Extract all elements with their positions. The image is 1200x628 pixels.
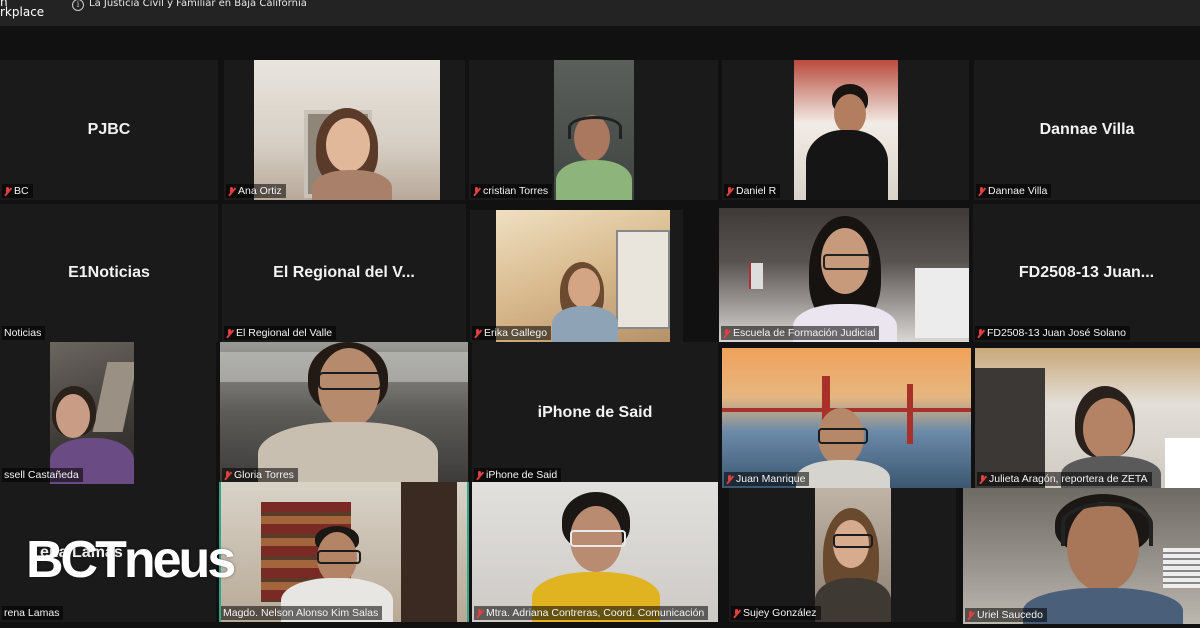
muted-mic-icon (476, 470, 483, 480)
participant-tile[interactable]: FD2508-13 Juan... FD2508-13 Juan José So… (973, 204, 1200, 342)
info-icon[interactable]: i (72, 0, 84, 11)
participant-video (472, 482, 718, 622)
participant-name-tag: rena Lamas (2, 606, 64, 620)
participant-name-tag: Julieta Aragón, reportera de ZETA (977, 472, 1152, 486)
participant-display-name: Dannae Villa (1039, 121, 1135, 138)
flag-icon (749, 263, 763, 289)
participant-display-name: iPhone de Said (537, 404, 653, 421)
participant-video (722, 348, 971, 488)
participant-name-tag: BC (2, 184, 33, 198)
participant-tile[interactable]: ssell Castañeda (0, 342, 216, 484)
glasses-icon (570, 530, 626, 547)
participant-video (794, 60, 898, 200)
participant-video (719, 208, 969, 342)
participant-video (496, 210, 670, 342)
participant-name-tag: Ana Ortiz (226, 184, 286, 198)
participant-tile-active-speaker[interactable]: Magdo. Nelson Alonso Kim Salas (219, 482, 469, 622)
muted-mic-icon (4, 186, 11, 196)
participant-tile[interactable]: Dannae Villa Dannae Villa (974, 60, 1200, 200)
muted-mic-icon (726, 474, 733, 484)
participant-display-name: E1Noticias (68, 264, 150, 281)
participant-video (50, 342, 134, 484)
muted-mic-icon (228, 186, 235, 196)
participant-tile[interactable]: Sujey González (729, 488, 956, 622)
participant-tile[interactable]: Ana Ortiz (224, 60, 465, 200)
participant-video (554, 60, 634, 200)
glasses-icon (317, 550, 361, 564)
meeting-title: La Justicia Civil y Familiar en Baja Cal… (89, 0, 307, 9)
participant-tile[interactable]: Gloria Torres (220, 342, 468, 484)
participant-display-name: FD2508-13 Juan... (1018, 264, 1155, 281)
participant-name-tag: ssell Castañeda (2, 468, 83, 482)
headphones-icon (568, 116, 622, 139)
headphones-icon (1061, 502, 1153, 546)
participant-name-tag: FD2508-13 Juan José Solano (975, 326, 1130, 340)
participant-name-tag: Erika Gallego (472, 326, 552, 340)
participant-tile[interactable]: Escuela de Formación Judicial (719, 208, 969, 342)
participant-tile[interactable]: iPhone de Said iPhone de Said (472, 342, 718, 484)
glasses-icon (833, 534, 873, 548)
muted-mic-icon (967, 610, 974, 620)
participant-name-tag: Dannae Villa (976, 184, 1052, 198)
participant-display-name: PJBC (87, 121, 131, 138)
participant-name-tag: Gloria Torres (222, 468, 298, 482)
participant-tile[interactable]: PJBC BC (0, 60, 218, 200)
participant-video (221, 482, 467, 622)
participant-tile[interactable]: Mtra. Adriana Contreras, Coord. Comunica… (472, 482, 718, 622)
muted-mic-icon (733, 608, 740, 618)
participant-tile[interactable]: Uriel Saucedo (963, 488, 1200, 624)
participant-name-tag: El Regional del Valle (224, 326, 337, 340)
participant-name-tag: Escuela de Formación Judicial (721, 326, 880, 340)
muted-mic-icon (226, 328, 233, 338)
participant-video (975, 348, 1200, 488)
participant-name-tag: iPhone de Said (474, 468, 562, 482)
brand-watermark: BCTneus (26, 531, 236, 589)
participant-name-tag: Daniel R (724, 184, 781, 198)
participant-name-tag: Noticias (2, 326, 46, 340)
muted-mic-icon (224, 470, 231, 480)
muted-mic-icon (979, 474, 986, 484)
participant-name-tag: Sujey González (731, 606, 821, 620)
participant-name-tag: Uriel Saucedo (965, 608, 1047, 622)
muted-mic-icon (978, 186, 985, 196)
muted-mic-icon (476, 608, 483, 618)
participant-tile[interactable]: Erika Gallego (470, 210, 683, 342)
muted-mic-icon (726, 186, 733, 196)
participant-tile[interactable]: El Regional del V... El Regional del Val… (222, 204, 466, 342)
muted-mic-icon (473, 186, 480, 196)
participant-tile[interactable]: E1Noticias Noticias (0, 204, 218, 342)
participant-name-tag: Mtra. Adriana Contreras, Coord. Comunica… (474, 606, 709, 620)
app-name: n rkplace (0, 0, 45, 19)
participant-tile[interactable]: Daniel R (722, 60, 969, 200)
muted-mic-icon (977, 328, 984, 338)
glasses-icon (818, 428, 868, 444)
participant-video (963, 488, 1200, 624)
participant-display-name: El Regional del V... (273, 264, 415, 281)
muted-mic-icon (474, 328, 481, 338)
participant-tile[interactable]: Julieta Aragón, reportera de ZETA (975, 348, 1200, 488)
participant-video (254, 60, 440, 200)
participant-name-tag: Juan Manrique (724, 472, 810, 486)
glasses-icon (823, 254, 871, 270)
glasses-icon (318, 372, 382, 390)
participant-tile[interactable]: cristian Torres (469, 60, 718, 200)
participant-name-tag: cristian Torres (471, 184, 553, 198)
participant-tile[interactable]: Juan Manrique (722, 348, 971, 488)
meeting-header: n rkplace i La Justicia Civil y Familiar… (0, 0, 1200, 26)
window-blinds (1163, 548, 1200, 588)
muted-mic-icon (723, 328, 730, 338)
participant-video (815, 488, 891, 622)
participant-name-tag: Magdo. Nelson Alonso Kim Salas (221, 606, 383, 620)
participant-video (220, 342, 468, 484)
